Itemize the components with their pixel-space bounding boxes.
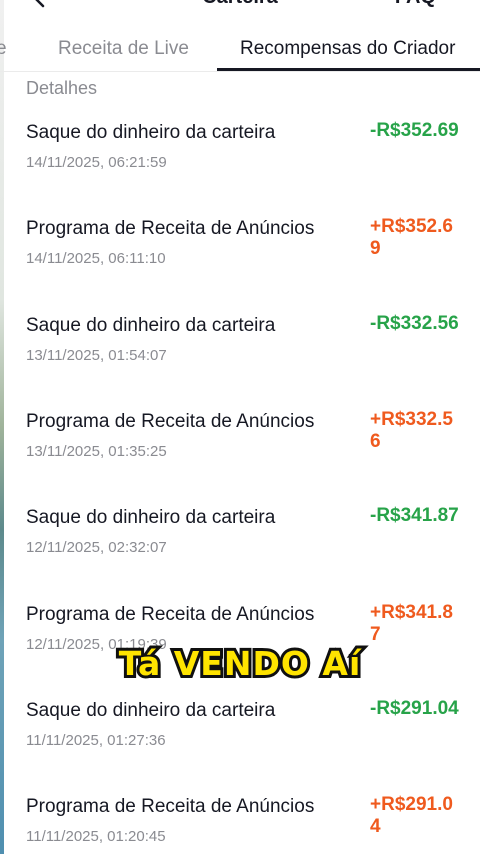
- transaction-amount: -R$332.56: [370, 312, 459, 334]
- transaction-row[interactable]: Saque do dinheiro da carteira 12/11/2025,…: [0, 505, 480, 601]
- transaction-row[interactable]: Saque do dinheiro da carteira 13/11/2025,…: [0, 313, 480, 409]
- transaction-row[interactable]: Programa de Receita de Anúncios 14/11/202…: [0, 216, 480, 312]
- transaction-date: 11/11/2025, 01:27:36: [26, 731, 166, 749]
- transaction-row[interactable]: Programa de Receita de Anúncios 13/11/202…: [0, 409, 480, 505]
- section-label-details: Detalhes: [26, 78, 98, 98]
- transaction-date: 12/11/2025, 02:32:07: [26, 539, 167, 557]
- transaction-amount: +R$332.56: [370, 408, 453, 452]
- transaction-title: Saque do dinheiro da carteira: [26, 507, 276, 529]
- transaction-row[interactable]: Programa de Receita de Anúncios 11/11/202…: [0, 794, 480, 854]
- transaction-amount: +R$341.87: [370, 601, 453, 645]
- header: Carteira FAQ: [0, 0, 480, 8]
- transaction-date: 13/11/2025, 01:35:25: [26, 442, 167, 460]
- transaction-amount: -R$291.04: [370, 697, 459, 719]
- transaction-title: Saque do dinheiro da carteira: [26, 122, 276, 143]
- transaction-amount: -R$352.69: [370, 120, 459, 141]
- tab-live-revenue[interactable]: Receita de Live: [58, 36, 189, 62]
- transaction-row[interactable]: Saque do dinheiro da carteira 14/11/2025,…: [0, 120, 480, 216]
- tab-previous[interactable]: e: [0, 36, 7, 62]
- transaction-amount: +R$352.69: [370, 216, 453, 260]
- transaction-title: Programa de Receita de Anúncios: [26, 603, 315, 625]
- transaction-date: 14/11/2025, 06:11:10: [26, 250, 166, 268]
- transaction-title: Programa de Receita de Anúncios: [26, 218, 315, 240]
- active-tab-indicator: [217, 68, 480, 71]
- transaction-date: 13/11/2025, 01:54:07: [26, 346, 167, 364]
- transaction-amount: -R$341.87: [370, 505, 459, 527]
- transaction-amount: +R$291.04: [370, 794, 453, 838]
- transaction-row[interactable]: Saque do dinheiro da carteira 11/11/2025,…: [0, 698, 480, 794]
- transaction-date: 11/11/2025, 01:20:45: [26, 828, 166, 846]
- tab-bar: e Receita de Live Recompensas do Criador: [0, 28, 480, 72]
- transaction-title: Saque do dinheiro da carteira: [26, 699, 276, 721]
- transaction-title: Programa de Receita de Anúncios: [26, 410, 315, 432]
- transaction-title: Saque do dinheiro da carteira: [26, 314, 276, 336]
- faq-link[interactable]: FAQ: [395, 0, 436, 8]
- transaction-date: 14/11/2025, 06:21:59: [26, 154, 167, 171]
- transaction-title: Programa de Receita de Anúncios: [26, 796, 315, 818]
- caption-text: Tá VENDO Aí: [116, 641, 363, 686]
- video-caption: Tá VENDO Aí: [0, 641, 480, 686]
- tab-creator-rewards[interactable]: Recompensas do Criador: [240, 36, 455, 62]
